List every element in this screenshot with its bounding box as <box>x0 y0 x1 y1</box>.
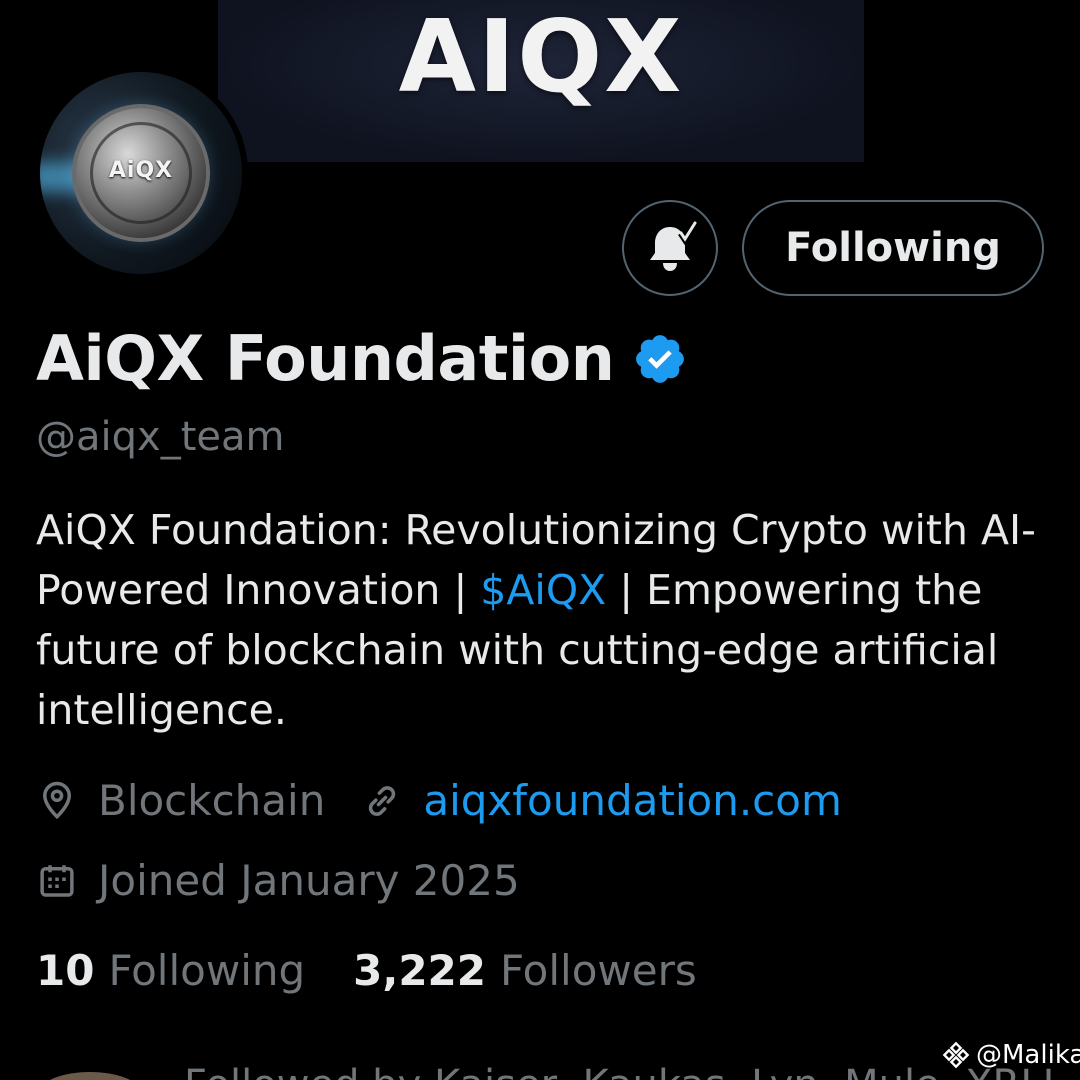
profile-location: Blockchain <box>98 776 326 825</box>
profile-bio: AiQX Foundation: Revolutionizing Crypto … <box>36 500 1056 740</box>
profile-joined-row: Joined January 2025 <box>36 856 520 905</box>
profile-handle: @aiqx_team <box>36 414 285 460</box>
notifications-button[interactable] <box>622 200 718 296</box>
link-icon <box>369 785 396 816</box>
watermark: @Malika <box>942 1040 1080 1070</box>
location-pin-icon <box>42 781 72 819</box>
bell-notification-icon <box>650 221 698 271</box>
diamond-logo-icon <box>942 1041 970 1069</box>
following-button[interactable]: Following <box>742 200 1044 296</box>
profile-stats: 10 Following 3,222 Followers <box>36 946 745 995</box>
bio-cashtag-link[interactable]: $AiQX <box>480 566 606 614</box>
followed-by-avatar <box>40 1072 140 1080</box>
following-stat-link[interactable]: 10 Following <box>36 946 305 995</box>
display-name: AiQX Foundation <box>36 322 615 395</box>
avatar-coin: AiQX <box>76 108 206 238</box>
profile-avatar[interactable]: AiQX <box>34 66 248 280</box>
coin-logo-text: AiQX <box>108 158 174 183</box>
followers-stat-link[interactable]: 3,222 Followers <box>353 946 697 995</box>
following-label: Following <box>108 946 306 995</box>
verified-badge-icon[interactable] <box>632 331 688 387</box>
following-count: 10 <box>36 946 95 995</box>
profile-meta-row: Blockchain aiqxfoundation.com <box>36 776 842 825</box>
profile-website-link[interactable]: aiqxfoundation.com <box>423 776 842 825</box>
calendar-icon <box>40 864 74 897</box>
followers-count: 3,222 <box>353 946 487 995</box>
profile-name-row: AiQX Foundation <box>36 322 688 395</box>
watermark-handle: @Malika <box>976 1040 1080 1070</box>
profile-joined-date: Joined January 2025 <box>98 856 520 905</box>
followers-label: Followers <box>500 946 697 995</box>
avatar-image: AiQX <box>40 72 242 274</box>
banner-logo-text: AIQX <box>398 0 684 115</box>
profile-banner[interactable]: AIQX <box>218 0 864 162</box>
